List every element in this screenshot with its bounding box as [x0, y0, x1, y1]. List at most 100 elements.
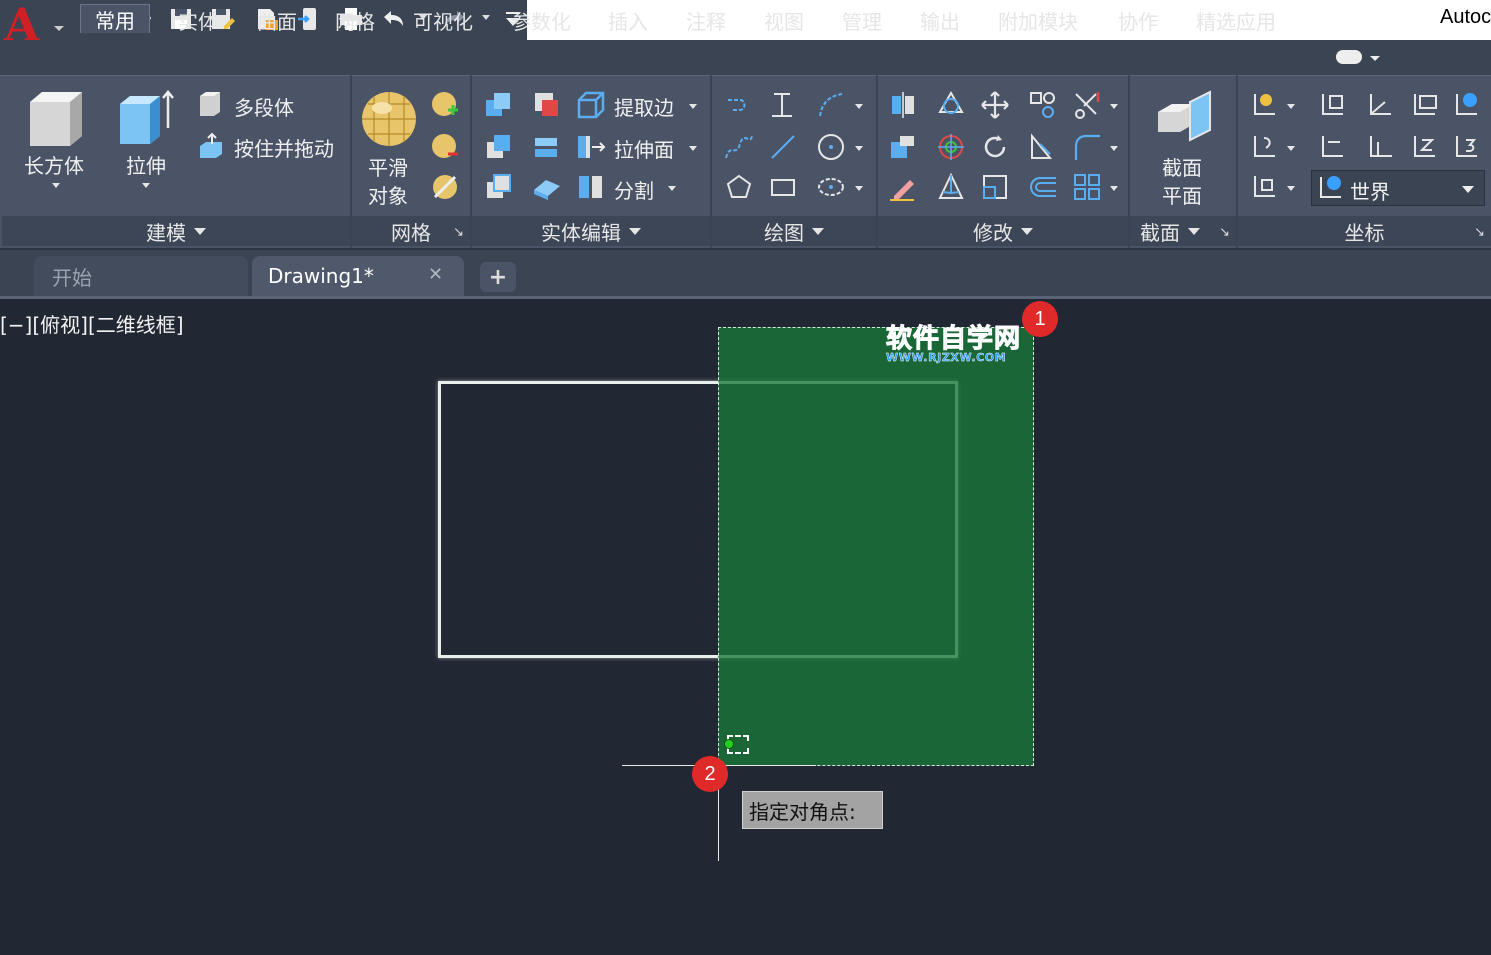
tab-surface[interactable]: 曲面: [257, 6, 297, 35]
smooth-more-icon[interactable]: [430, 90, 460, 120]
subtract-icon[interactable]: [532, 90, 562, 120]
smooth-less-icon[interactable]: [430, 132, 460, 162]
ucs-z-icon[interactable]: [1410, 132, 1440, 162]
thicken-icon[interactable]: [532, 172, 562, 202]
polysolid-button-label[interactable]: 多段体: [234, 92, 294, 121]
interfere-icon[interactable]: [484, 172, 514, 202]
chevron-down-icon[interactable]: [689, 146, 697, 151]
undo-icon[interactable]: [378, 4, 408, 34]
ucs-3point-icon[interactable]: [1452, 132, 1482, 162]
extract-edges-icon[interactable]: [576, 90, 606, 120]
section-plane-icon[interactable]: [1154, 88, 1214, 148]
chevron-down-icon[interactable]: [855, 104, 863, 109]
polygon-icon[interactable]: [724, 172, 754, 202]
dialog-launcher-icon[interactable]: ↘: [453, 225, 464, 240]
panel-title-solid-editing[interactable]: 实体编辑: [472, 216, 710, 246]
rectangle-icon[interactable]: [768, 172, 798, 202]
tab-view[interactable]: 视图: [764, 6, 804, 35]
chevron-down-icon[interactable]: [1370, 56, 1380, 61]
smooth-object-label-2[interactable]: 对象: [368, 180, 408, 209]
smooth-object-icon[interactable]: [360, 90, 418, 148]
array-path-icon[interactable]: [1028, 90, 1058, 120]
ucs-previous-icon[interactable]: [1318, 132, 1348, 162]
extrude-faces-icon[interactable]: [576, 132, 606, 162]
3d-move-icon[interactable]: [936, 132, 966, 162]
chevron-down-icon[interactable]: [855, 146, 863, 151]
polyline-icon[interactable]: [724, 90, 754, 120]
viewport-controls[interactable]: [−][俯视][二维线框]: [0, 309, 184, 338]
chevron-down-icon[interactable]: [1287, 146, 1295, 151]
union-icon[interactable]: [484, 90, 514, 120]
presspull-icon[interactable]: [196, 132, 226, 162]
panel-title-modeling[interactable]: 建模: [2, 216, 350, 246]
3d-rotate-icon[interactable]: [936, 90, 966, 120]
smooth-object-label-1[interactable]: 平滑: [368, 152, 408, 181]
tab-collaborate[interactable]: 协作: [1118, 6, 1158, 35]
ucs-icon[interactable]: [1250, 90, 1280, 120]
separate-label[interactable]: 分割: [614, 175, 654, 204]
box-solid-icon[interactable]: [26, 88, 86, 148]
file-tab-start[interactable]: 开始: [34, 256, 248, 296]
chevron-down-icon[interactable]: [1287, 186, 1295, 191]
chevron-down-icon[interactable]: [1110, 104, 1118, 109]
tab-addins[interactable]: 附加模块: [998, 6, 1078, 35]
chevron-down-icon[interactable]: [1287, 104, 1295, 109]
intersect-icon[interactable]: [484, 132, 514, 162]
chevron-down-icon[interactable]: [689, 104, 697, 109]
tab-visualize[interactable]: 可视化: [413, 6, 473, 35]
chevron-down-icon[interactable]: [1110, 146, 1118, 151]
offset-icon[interactable]: [1028, 172, 1058, 202]
panel-title-section[interactable]: 截面 ↘: [1130, 216, 1236, 246]
ellipse-icon[interactable]: [816, 172, 846, 202]
chevron-down-icon[interactable]: [668, 186, 676, 191]
trim-icon[interactable]: [1072, 90, 1102, 120]
panel-title-mesh[interactable]: 网格 ↘: [352, 216, 470, 246]
align-icon[interactable]: [888, 132, 918, 162]
erase-icon[interactable]: [888, 172, 918, 202]
separate-icon[interactable]: [576, 172, 606, 202]
dialog-launcher-icon[interactable]: ↘: [1219, 225, 1230, 240]
close-icon[interactable]: ✕: [428, 264, 443, 285]
panel-title-draw[interactable]: 绘图: [712, 216, 876, 246]
tab-mesh[interactable]: 网格: [335, 6, 375, 35]
stretch-icon[interactable]: [1028, 132, 1058, 162]
presspull-button-label[interactable]: 按住并拖动: [234, 133, 334, 162]
refine-mesh-icon[interactable]: [430, 172, 460, 202]
scale-icon[interactable]: [980, 172, 1010, 202]
chevron-down-icon[interactable]: [482, 15, 490, 20]
ucs-named-icon[interactable]: [1250, 172, 1280, 202]
chevron-down-icon[interactable]: [142, 183, 150, 188]
ucs-x-icon[interactable]: [1250, 132, 1280, 162]
section-plane-label-1[interactable]: 截面: [1162, 152, 1202, 181]
panel-title-coordinates[interactable]: 坐标 ↘: [1238, 216, 1491, 246]
chevron-down-icon[interactable]: [52, 183, 60, 188]
ucs-view-icon[interactable]: [1318, 90, 1348, 120]
line-icon[interactable]: [768, 132, 798, 162]
arc-icon[interactable]: [816, 90, 846, 120]
ucs-face-icon[interactable]: [1410, 90, 1440, 120]
fillet-icon[interactable]: [1072, 132, 1102, 162]
tab-solid[interactable]: 实体: [178, 6, 218, 35]
extrude-icon[interactable]: [118, 88, 176, 148]
move-icon[interactable]: [980, 90, 1010, 120]
mirror-icon[interactable]: [888, 90, 918, 120]
chevron-down-icon[interactable]: [1110, 186, 1118, 191]
tab-manage[interactable]: 管理: [842, 6, 882, 35]
circle-icon[interactable]: [816, 132, 846, 162]
rotate-icon[interactable]: [980, 132, 1010, 162]
extract-edges-label[interactable]: 提取边: [614, 92, 674, 121]
share-icon[interactable]: [294, 4, 324, 34]
ucs-world-icon[interactable]: [1452, 90, 1482, 120]
extrude-faces-label[interactable]: 拉伸面: [614, 134, 674, 163]
chevron-down-icon[interactable]: [855, 186, 863, 191]
tab-featured-apps[interactable]: 精选应用: [1196, 6, 1276, 35]
slice-icon[interactable]: [532, 132, 562, 162]
section-plane-label-2[interactable]: 平面: [1162, 180, 1202, 209]
rectangular-array-icon[interactable]: [1072, 172, 1102, 202]
tab-output[interactable]: 输出: [920, 6, 960, 35]
section-line-icon[interactable]: [768, 90, 798, 120]
3d-scale-icon[interactable]: [936, 172, 966, 202]
ucs-select[interactable]: 世界: [1311, 170, 1485, 206]
tab-insert[interactable]: 插入: [608, 6, 648, 35]
ucs-origin-icon[interactable]: [1366, 132, 1396, 162]
